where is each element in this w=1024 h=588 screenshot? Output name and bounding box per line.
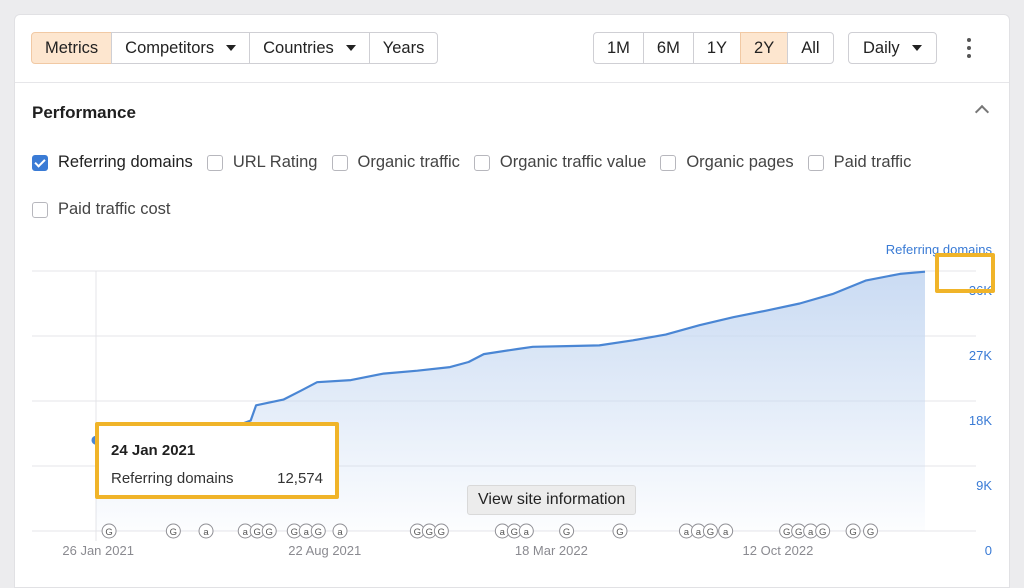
annotation-marker-label: G xyxy=(414,527,421,538)
y-tick-label: 18K xyxy=(969,413,992,428)
annotation-marker-label: a xyxy=(243,527,249,538)
annotation-marker-label: G xyxy=(819,527,826,538)
annotation-marker-label: G xyxy=(426,527,433,538)
annotation-marker-label: G xyxy=(315,527,322,538)
annotation-marker-label: G xyxy=(291,527,298,538)
axis-max-highlight xyxy=(935,253,995,293)
annotation-marker-label: G xyxy=(707,527,714,538)
annotation-marker-label: G xyxy=(438,527,445,538)
annotation-marker-label: G xyxy=(616,527,623,538)
y-tick-label: 9K xyxy=(976,478,992,493)
annotation-marker-label: a xyxy=(304,527,310,538)
annotation-marker-label: a xyxy=(337,527,343,538)
tooltip-date: 24 Jan 2021 xyxy=(111,442,196,459)
annotation-marker-label: a xyxy=(684,527,690,538)
annotation-marker-label: G xyxy=(511,527,518,538)
annotation-marker-label: G xyxy=(795,527,802,538)
chart-tooltip: 24 Jan 2021 Referring domains 12,574 xyxy=(95,422,339,499)
annotation-marker-label: G xyxy=(170,527,177,538)
annotation-marker-label: G xyxy=(783,527,790,538)
annotation-marker-label: a xyxy=(723,527,729,538)
annotation-marker-label: G xyxy=(266,527,273,538)
x-tick-label: 22 Aug 2021 xyxy=(288,543,361,558)
y-tick-label: 27K xyxy=(969,348,992,363)
tooltip-value: 12,574 xyxy=(277,470,323,487)
annotation-marker-label: a xyxy=(696,527,702,538)
annotation-marker-label: G xyxy=(867,527,874,538)
tooltip-label: Referring domains xyxy=(111,470,234,487)
annotation-marker-label: G xyxy=(254,527,261,538)
view-site-information-tooltip: View site information xyxy=(467,485,637,515)
annotation-marker-label: G xyxy=(563,527,570,538)
annotation-marker-label: a xyxy=(203,527,209,538)
x-tick-label: 12 Oct 2022 xyxy=(743,543,814,558)
annotation-marker-label: a xyxy=(808,527,814,538)
x-tick-label: 26 Jan 2021 xyxy=(62,543,134,558)
annotation-marker-label: G xyxy=(849,527,856,538)
annotation-marker-label: a xyxy=(524,527,530,538)
y-tick-label: 0 xyxy=(985,543,992,558)
x-tick-label: 18 Mar 2022 xyxy=(515,543,588,558)
annotation-marker-label: a xyxy=(500,527,506,538)
annotation-marker-label: G xyxy=(105,527,112,538)
